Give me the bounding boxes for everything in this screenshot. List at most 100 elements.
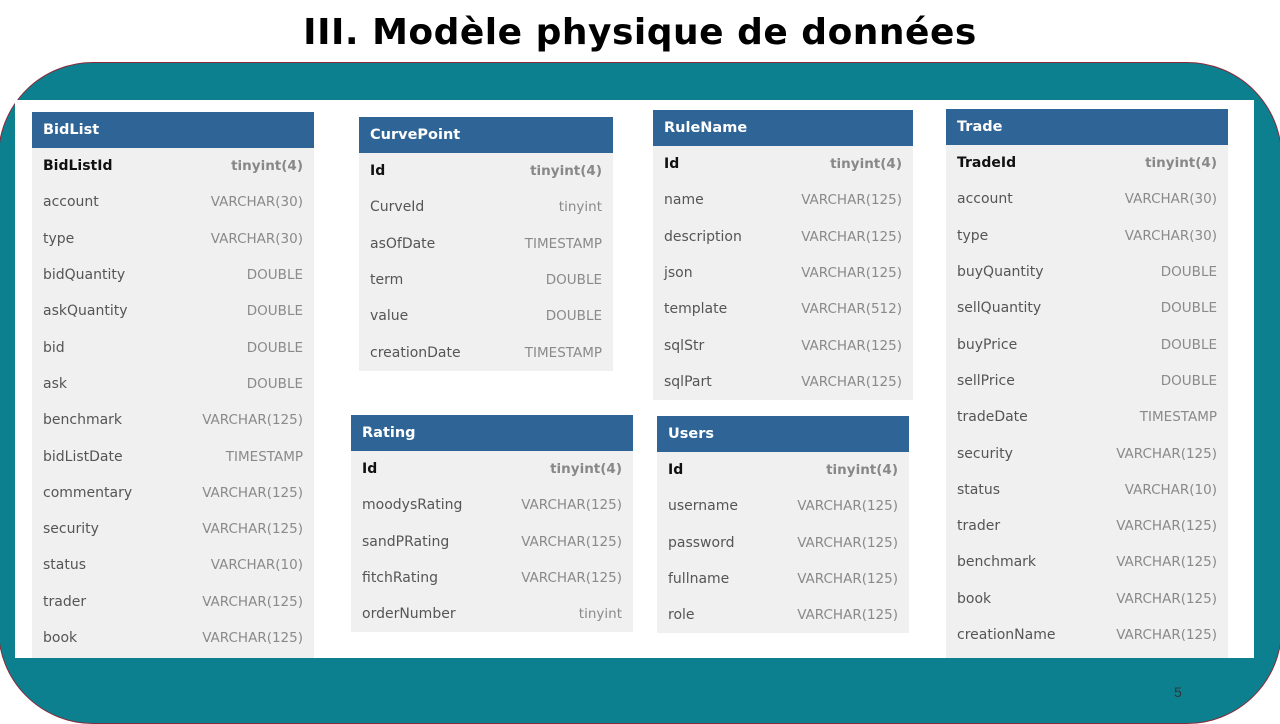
table-row[interactable]: sellQuantity DOUBLE xyxy=(946,290,1228,326)
column-type: VARCHAR(125) xyxy=(801,265,902,282)
table-row[interactable]: role VARCHAR(125) xyxy=(657,597,909,633)
table-row[interactable]: Id tinyint(4) xyxy=(359,153,613,189)
table-header-bidlist[interactable]: BidList xyxy=(32,112,314,148)
column-type: tinyint xyxy=(558,199,602,216)
table-row[interactable]: buyPrice DOUBLE xyxy=(946,326,1228,362)
table-row[interactable]: json VARCHAR(125) xyxy=(653,255,913,291)
table-row[interactable]: book VARCHAR(125) xyxy=(32,620,314,656)
table-row[interactable]: status VARCHAR(10) xyxy=(32,547,314,583)
table-rating[interactable]: Rating Id tinyint(4) moodysRating VARCHAR(1… xyxy=(351,415,633,633)
column-type: tinyint(4) xyxy=(826,462,898,479)
table-row[interactable]: ask DOUBLE xyxy=(32,366,314,402)
page-number: 5 xyxy=(1174,684,1182,700)
column-type: DOUBLE xyxy=(246,267,303,284)
table-row[interactable]: creationDate TIMESTAMP xyxy=(359,334,613,370)
table-row[interactable]: fullname VARCHAR(125) xyxy=(657,561,909,597)
table-row[interactable]: trader VARCHAR(125) xyxy=(946,508,1228,544)
table-row[interactable]: username VARCHAR(125) xyxy=(657,488,909,524)
column-type: VARCHAR(30) xyxy=(210,194,303,211)
table-row[interactable]: orderNumber tinyint xyxy=(351,596,633,632)
column-name: account xyxy=(957,191,1013,208)
column-type: DOUBLE xyxy=(1160,300,1217,317)
table-rulename[interactable]: RuleName Id tinyint(4) name VARCHAR(125) des… xyxy=(653,110,913,401)
table-row[interactable]: Id tinyint(4) xyxy=(653,146,913,182)
column-name: bid xyxy=(43,339,65,356)
table-header-curvepoint[interactable]: CurvePoint xyxy=(359,117,613,153)
column-type: tinyint(4) xyxy=(530,163,602,180)
table-row[interactable]: moodysRating VARCHAR(125) xyxy=(351,487,633,523)
table-row[interactable]: Id tinyint(4) xyxy=(657,452,909,488)
column-name: sandPRating xyxy=(362,533,450,550)
table-row[interactable]: creationName VARCHAR(125) xyxy=(946,617,1228,653)
table-row[interactable]: commentary VARCHAR(125) xyxy=(32,475,314,511)
table-row[interactable]: template VARCHAR(512) xyxy=(653,291,913,327)
table-row[interactable]: security VARCHAR(125) xyxy=(32,511,314,547)
column-type: VARCHAR(30) xyxy=(1124,227,1217,244)
table-row[interactable]: bid DOUBLE xyxy=(32,329,314,365)
table-header-users[interactable]: Users xyxy=(657,416,909,452)
table-row[interactable]: book VARCHAR(125) xyxy=(946,581,1228,617)
column-type: DOUBLE xyxy=(545,272,602,289)
column-name: security xyxy=(43,521,99,538)
table-row[interactable]: Id tinyint(4) xyxy=(351,451,633,487)
column-name: creationDate xyxy=(370,344,461,361)
table-row[interactable]: sqlStr VARCHAR(125) xyxy=(653,327,913,363)
table-row[interactable]: sqlPart VARCHAR(125) xyxy=(653,364,913,400)
table-header-rating[interactable]: Rating xyxy=(351,415,633,451)
table-row[interactable]: type VARCHAR(30) xyxy=(946,218,1228,254)
table-row[interactable]: askQuantity DOUBLE xyxy=(32,293,314,329)
column-type: DOUBLE xyxy=(246,303,303,320)
table-row[interactable]: trader VARCHAR(125) xyxy=(32,584,314,620)
table-row[interactable]: tradeDate TIMESTAMP xyxy=(946,399,1228,435)
table-row[interactable]: asOfDate TIMESTAMP xyxy=(359,226,613,262)
table-row[interactable]: name VARCHAR(125) xyxy=(653,182,913,218)
column-name: sellPrice xyxy=(957,372,1015,389)
table-row[interactable]: password VARCHAR(125) xyxy=(657,525,909,561)
column-type: VARCHAR(125) xyxy=(521,570,622,587)
column-name: account xyxy=(43,194,99,211)
column-type: VARCHAR(512) xyxy=(801,301,902,318)
column-type: VARCHAR(125) xyxy=(797,498,898,515)
column-type: VARCHAR(10) xyxy=(1124,481,1217,498)
table-row[interactable]: status VARCHAR(10) xyxy=(946,472,1228,508)
table-row[interactable]: CurveId tinyint xyxy=(359,189,613,225)
column-type: DOUBLE xyxy=(1160,336,1217,353)
column-name: password xyxy=(668,534,735,551)
column-name: moodysRating xyxy=(362,497,463,514)
table-row[interactable]: buyQuantity DOUBLE xyxy=(946,254,1228,290)
table-row[interactable]: security VARCHAR(125) xyxy=(946,435,1228,471)
table-row[interactable]: benchmark VARCHAR(125) xyxy=(32,402,314,438)
table-row[interactable]: sellPrice DOUBLE xyxy=(946,363,1228,399)
table-row[interactable]: BidListId tinyint(4) xyxy=(32,148,314,184)
table-curvepoint[interactable]: CurvePoint Id tinyint(4) CurveId tinyint asO… xyxy=(359,117,613,371)
table-row[interactable]: type VARCHAR(30) xyxy=(32,221,314,257)
table-row[interactable]: value DOUBLE xyxy=(359,298,613,334)
table-header-rulename[interactable]: RuleName xyxy=(653,110,913,146)
table-users[interactable]: Users Id tinyint(4) username VARCHAR(125) pa… xyxy=(657,416,909,634)
table-row[interactable]: account VARCHAR(30) xyxy=(946,181,1228,217)
column-type: TIMESTAMP xyxy=(225,448,303,465)
table-row[interactable]: sandPRating VARCHAR(125) xyxy=(351,524,633,560)
table-row[interactable]: bidListDate TIMESTAMP xyxy=(32,438,314,474)
table-row[interactable]: bidQuantity DOUBLE xyxy=(32,257,314,293)
column-name: value xyxy=(370,308,409,325)
column-type: VARCHAR(125) xyxy=(797,571,898,588)
column-name: askQuantity xyxy=(43,303,128,320)
table-header-trade[interactable]: Trade xyxy=(946,109,1228,145)
table-row[interactable]: fitchRating VARCHAR(125) xyxy=(351,560,633,596)
table-row[interactable]: term DOUBLE xyxy=(359,262,613,298)
column-name: username xyxy=(668,498,738,515)
table-row[interactable]: account VARCHAR(30) xyxy=(32,184,314,220)
table-trade[interactable]: Trade TradeId tinyint(4) account VARCHAR(30… xyxy=(946,109,1228,658)
column-name: sqlStr xyxy=(664,337,705,354)
column-name: Id xyxy=(664,156,680,173)
column-name: template xyxy=(664,301,728,318)
table-bidlist[interactable]: BidList BidListId tinyint(4) account VARCHA… xyxy=(32,112,314,658)
column-name: role xyxy=(668,607,695,624)
column-name: bidListDate xyxy=(43,448,123,465)
column-name: fullname xyxy=(668,571,730,588)
table-row[interactable]: description VARCHAR(125) xyxy=(653,219,913,255)
column-type: TIMESTAMP xyxy=(1139,409,1217,426)
table-row[interactable]: benchmark VARCHAR(125) xyxy=(946,544,1228,580)
table-row[interactable]: TradeId tinyint(4) xyxy=(946,145,1228,181)
